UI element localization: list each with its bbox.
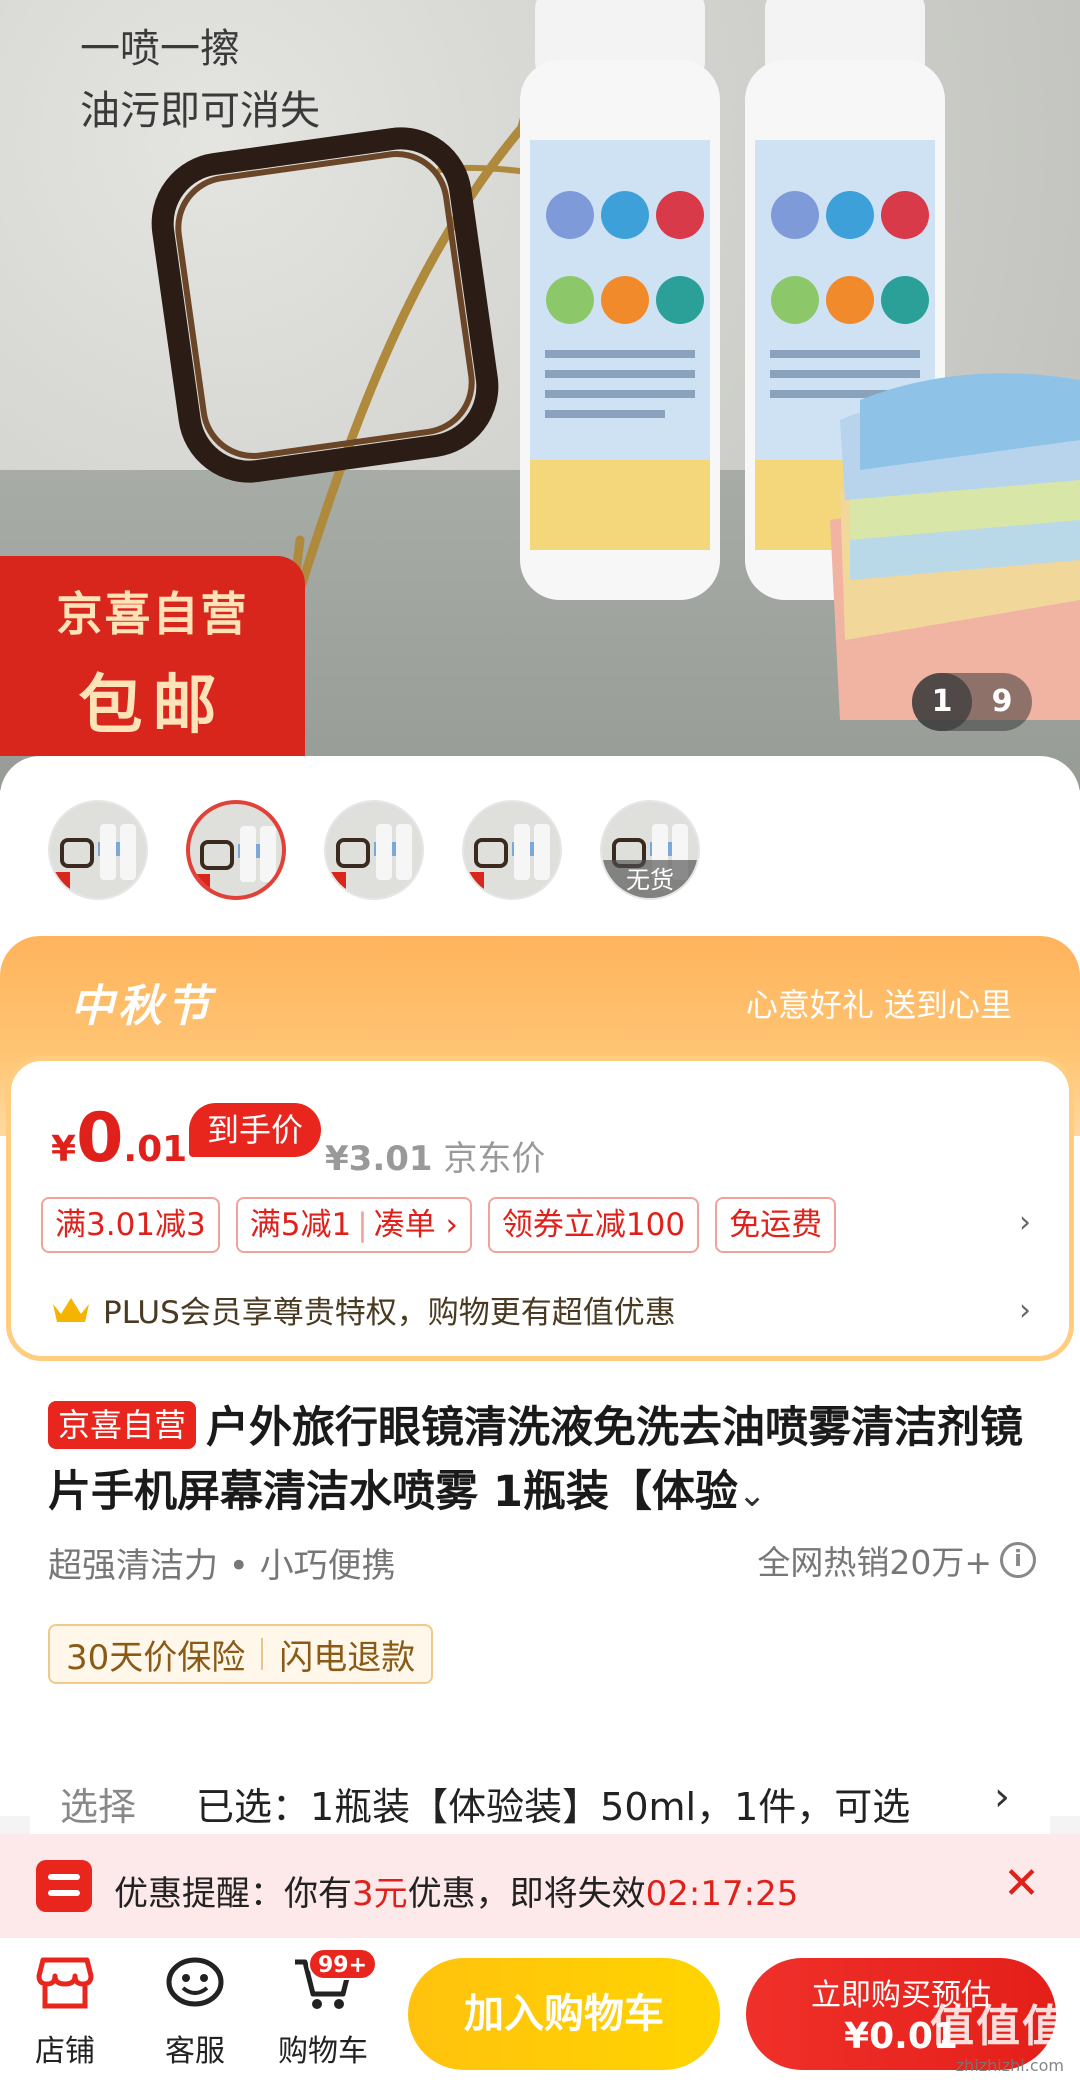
final-price-tag: 到手价 — [189, 1103, 322, 1157]
service-guarantees[interactable]: 30天价保险 闪电退款 — [48, 1624, 434, 1684]
plus-membership-row[interactable]: PLUS会员享尊贵特权，购物更有超值优惠 — [51, 1287, 676, 1332]
badge-line-1: 京喜自营 — [56, 587, 249, 641]
price-box: ¥ 0 .01 到手价 ¥3.01 京东价 满3.01减3 满5减1 | 凑单 › … — [6, 1056, 1074, 1361]
sales-count[interactable]: 全网热销20万+ i — [757, 1536, 1036, 1584]
badge-line-2: 包邮 — [78, 669, 227, 743]
pager-current: 1 — [912, 673, 972, 731]
bottom-action-bar: 店铺 客服 99+ 购物车 加入购物车 立即购买预估 ¥0.01 — [0, 1938, 1080, 2088]
hero-caption: 一喷一擦 油污即可消失 — [80, 18, 320, 142]
plus-chevron-icon[interactable]: › — [1019, 1293, 1031, 1328]
tab-store[interactable]: 店铺 — [10, 1954, 120, 2070]
coupon-list[interactable]: 满3.01减3 满5减1 | 凑单 › 领券立减100 免运费 — [41, 1197, 837, 1253]
countdown-timer: 02:17:25 — [645, 1874, 799, 1914]
variant-thumb-1[interactable] — [48, 800, 148, 900]
tab-customer-service[interactable]: 客服 — [140, 1954, 250, 2070]
expand-title-icon[interactable]: ⌄ — [738, 1475, 767, 1515]
jingxi-free-shipping-badge: 京喜自营 包邮 — [0, 556, 305, 756]
variant-thumb-4[interactable] — [462, 800, 562, 900]
site-watermark: 值值值 — [930, 2001, 1068, 2052]
product-info-card: 无货 中秋节 心意好礼 送到心里 ¥ 0 .01 到手价 ¥3.01 京东价 满… — [0, 756, 1080, 1816]
crown-icon — [53, 1297, 89, 1322]
final-price: ¥ 0 .01 — [51, 1099, 188, 1178]
fast-refund: 闪电退款 — [279, 1637, 416, 1678]
chevron-right-icon: › — [994, 1774, 1010, 1820]
coupon-3[interactable]: 领券立减100 — [487, 1197, 700, 1253]
add-to-cart-button[interactable]: 加入购物车 — [408, 1958, 720, 2070]
pager-total: 9 — [991, 684, 1013, 719]
site-watermark-url: zhizhizhi.com — [955, 2056, 1064, 2075]
product-page: 一喷一擦 油污即可消失 京喜自营 包邮 1 9 无货 中秋节 心意好礼 送到心里… — [0, 0, 1080, 2088]
coupon-reminder-bar[interactable]: 优惠提醒：你有3元优惠，即将失效02:17:25 ✕ — [0, 1834, 1080, 1938]
info-icon[interactable]: i — [1000, 1542, 1036, 1578]
out-of-stock-label: 无货 — [602, 860, 698, 898]
hero-caption-line-2: 油污即可消失 — [80, 88, 320, 134]
hero-caption-line-1: 一喷一擦 — [80, 26, 240, 72]
cart-count-badge: 99+ — [308, 1948, 378, 1980]
promo-title: 中秋节 — [70, 981, 214, 1032]
store-icon — [36, 1957, 94, 2009]
product-features: 超强清洁力 • 小巧便携 — [48, 1546, 396, 1586]
coupon-2[interactable]: 满5减1 | 凑单 › — [235, 1197, 472, 1253]
product-title[interactable]: 京喜自营 户外旅行眼镜清洗液免洗去油喷雾清洁剂镜片手机屏幕清洁水喷雾 1瓶装【体验… — [48, 1396, 1038, 1527]
variant-thumbnails: 无货 — [48, 800, 700, 900]
image-pager[interactable]: 1 9 — [912, 673, 1032, 731]
coupon-1[interactable]: 满3.01减3 — [41, 1197, 220, 1253]
variant-thumb-5-out-of-stock[interactable]: 无货 — [600, 800, 700, 900]
product-hero-image[interactable]: 一喷一擦 油污即可消失 京喜自营 包邮 1 9 — [0, 0, 1080, 790]
jingxi-tag: 京喜自营 — [48, 1401, 197, 1449]
spec-label: 选择 — [60, 1785, 137, 1829]
coupon-4[interactable]: 免运费 — [715, 1197, 837, 1253]
coupons-chevron-icon[interactable]: › — [1019, 1205, 1031, 1240]
price-protection: 30天价保险 — [66, 1637, 246, 1678]
add-on-link[interactable]: 凑单 › — [374, 1207, 458, 1243]
coupon-icon — [36, 1860, 92, 1912]
spec-value: 已选：1瓶装【体验装】50ml，1件，可选 — [196, 1785, 911, 1829]
tab-cart[interactable]: 99+ 购物车 — [268, 1948, 378, 2070]
variant-thumb-2-selected[interactable] — [186, 800, 286, 900]
close-icon[interactable]: ✕ — [1003, 1858, 1040, 1909]
festival-promo: 中秋节 心意好礼 送到心里 ¥ 0 .01 到手价 ¥3.01 京东价 满3.0… — [0, 936, 1080, 1361]
reminder-text: 优惠提醒：你有3元优惠，即将失效02:17:25 — [114, 1874, 799, 1914]
promo-slogan: 心意好礼 送到心里 — [745, 986, 1012, 1024]
jd-price: ¥3.01 京东价 — [325, 1139, 546, 1179]
variant-thumb-3[interactable] — [324, 800, 424, 900]
customer-service-icon — [166, 1957, 224, 2007]
